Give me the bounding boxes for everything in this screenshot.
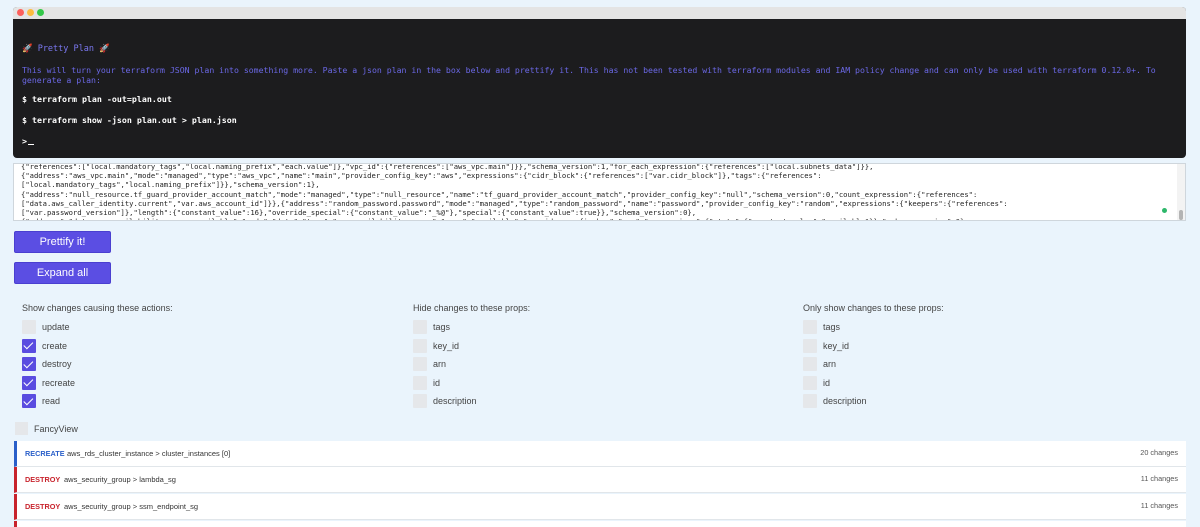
fancy-view-label: FancyView xyxy=(34,424,78,434)
option-label: description xyxy=(433,396,477,406)
only-option-key-id[interactable]: key_id xyxy=(803,338,944,358)
change-row[interactable] xyxy=(14,521,1186,527)
checkbox[interactable] xyxy=(803,320,817,334)
only-option-description[interactable]: description xyxy=(803,394,944,413)
checkbox[interactable] xyxy=(413,375,427,390)
terminal-panel: 🚀 Pretty Plan 🚀 This will turn your terr… xyxy=(13,7,1186,158)
hide-option-description[interactable]: description xyxy=(413,394,530,413)
checkbox[interactable] xyxy=(413,320,427,334)
option-label: arn xyxy=(823,359,837,369)
status-dot-icon xyxy=(1162,208,1167,213)
checkbox[interactable] xyxy=(413,357,427,371)
only-option-tags[interactable]: tags xyxy=(803,320,944,339)
action-option-create[interactable]: create xyxy=(22,338,173,358)
app-title: 🚀 Pretty Plan 🚀 xyxy=(22,44,110,54)
option-label: recreate xyxy=(42,377,76,388)
only-option-arn[interactable]: arn xyxy=(803,357,944,376)
actions-filter: Show changes causing these actions: upda… xyxy=(22,303,173,413)
checkbox[interactable] xyxy=(803,394,817,408)
change-count: 11 changes xyxy=(1140,474,1178,483)
json-plan-input[interactable]: {"references":["local.mandatory_tags","l… xyxy=(13,163,1186,221)
only-props-filter-title: Only show changes to these props: xyxy=(803,303,944,313)
terminal-prompt: > xyxy=(22,136,34,146)
command-plan: $ terraform plan -out=plan.out xyxy=(22,94,172,104)
only-props-filter: Only show changes to these props: tags k… xyxy=(803,303,944,413)
checkbox[interactable] xyxy=(413,338,427,353)
option-label: key_id xyxy=(433,340,460,351)
resource-name: aws_security_group > ssm_endpoint_sg xyxy=(64,502,199,511)
json-plan-text[interactable]: {"references":["local.mandatory_tags","l… xyxy=(21,164,1171,220)
checkbox[interactable] xyxy=(413,394,427,408)
change-row[interactable]: DESTROY aws_security_group > lambda_sg 1… xyxy=(14,467,1186,493)
scrollbar-thumb[interactable] xyxy=(1179,210,1183,220)
checkbox[interactable] xyxy=(15,422,28,435)
maximize-window-dot[interactable] xyxy=(37,9,44,16)
action-option-destroy[interactable]: destroy xyxy=(22,357,173,376)
option-label: id xyxy=(823,377,831,388)
checkbox[interactable] xyxy=(22,320,36,334)
close-window-dot[interactable] xyxy=(17,9,24,16)
option-label: description xyxy=(823,396,867,406)
change-count: 20 changes xyxy=(1140,448,1178,457)
action-badge: DESTROY xyxy=(25,502,61,511)
change-row[interactable]: DESTROY aws_security_group > ssm_endpoin… xyxy=(14,494,1186,520)
action-badge: RECREATE xyxy=(25,449,65,458)
option-label: create xyxy=(42,340,68,351)
hide-option-arn[interactable]: arn xyxy=(413,357,530,376)
expand-all-button[interactable]: Expand all xyxy=(14,262,111,284)
change-row[interactable]: RECREATE aws_rds_cluster_instance > clus… xyxy=(14,441,1186,467)
option-label: id xyxy=(433,377,441,388)
hide-props-filter-title: Hide changes to these props: xyxy=(413,303,531,313)
option-label: tags xyxy=(823,322,841,332)
option-label: destroy xyxy=(42,359,72,369)
actions-filter-title: Show changes causing these actions: xyxy=(22,303,173,313)
action-option-update[interactable]: update xyxy=(22,320,173,339)
option-label: tags xyxy=(433,322,451,332)
window-title-bar xyxy=(13,7,1186,19)
checkbox-checked[interactable] xyxy=(22,338,36,353)
resource-name: aws_rds_cluster_instance > cluster_insta… xyxy=(67,449,231,458)
action-option-recreate[interactable]: recreate xyxy=(22,375,173,395)
hide-option-id[interactable]: id xyxy=(413,375,530,395)
action-badge: DESTROY xyxy=(25,475,61,484)
option-label: update xyxy=(42,322,70,332)
resource-name: aws_security_group > lambda_sg xyxy=(64,475,176,484)
scrollbar[interactable] xyxy=(1177,164,1185,220)
checkbox-checked[interactable] xyxy=(22,375,36,390)
minimize-window-dot[interactable] xyxy=(27,9,34,16)
action-option-read[interactable]: read xyxy=(22,394,173,413)
command-show: $ terraform show -json plan.out > plan.j… xyxy=(22,115,237,125)
checkbox-checked[interactable] xyxy=(22,394,36,408)
prettify-button[interactable]: Prettify it! xyxy=(14,231,111,253)
prompt-symbol: > xyxy=(22,136,27,146)
app-description: This will turn your terraform JSON plan … xyxy=(22,65,1156,85)
hide-props-filter: Hide changes to these props: tags key_id… xyxy=(413,303,530,413)
option-label: key_id xyxy=(823,340,850,351)
hide-option-tags[interactable]: tags xyxy=(413,320,530,339)
checkbox-checked[interactable] xyxy=(22,357,36,371)
hide-option-key-id[interactable]: key_id xyxy=(413,338,530,358)
change-count: 11 changes xyxy=(1140,501,1178,510)
option-label: read xyxy=(42,396,61,406)
only-option-id[interactable]: id xyxy=(803,375,944,395)
option-label: arn xyxy=(433,359,447,369)
cursor-icon xyxy=(28,143,34,145)
checkbox[interactable] xyxy=(803,357,817,371)
checkbox[interactable] xyxy=(803,338,817,353)
checkbox[interactable] xyxy=(803,375,817,390)
